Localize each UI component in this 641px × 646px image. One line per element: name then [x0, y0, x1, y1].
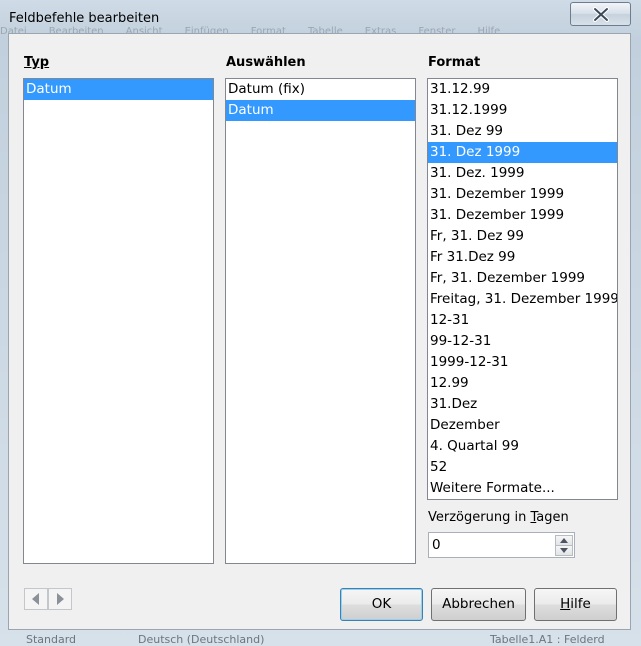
auswahlen-list[interactable]: Datum (fix) Datum [225, 78, 416, 564]
spin-down-button[interactable] [555, 545, 573, 556]
delay-label: Verzögerung in Tagen [428, 510, 569, 525]
format-list-item[interactable]: 31. Dezember 1999 [428, 205, 617, 226]
arrow-right-icon [57, 593, 64, 605]
format-list-item[interactable]: 31. Dez 99 [428, 121, 617, 142]
format-list-item[interactable]: 1999-12-31 [428, 352, 617, 373]
format-list-item[interactable]: 4. Quartal 99 [428, 436, 617, 457]
arrow-up-icon [560, 538, 568, 543]
format-list-item[interactable]: Fr, 31. Dezember 1999 [428, 268, 617, 289]
format-label: Format [428, 55, 481, 70]
format-list-item[interactable]: 99-12-31 [428, 331, 617, 352]
typ-list[interactable]: Datum [23, 78, 214, 564]
auswahlen-label: Auswählen [226, 55, 306, 70]
format-list-item[interactable]: Freitag, 31. Dezember 1999 [428, 289, 617, 310]
cancel-button[interactable]: Abbrechen [431, 588, 526, 621]
title-bar[interactable]: Feldbefehle bearbeiten [0, 0, 641, 34]
background-status-field: Deutsch (Deutschland) [138, 633, 265, 646]
window-title: Feldbefehle bearbeiten [9, 11, 160, 26]
auswahlen-list-item[interactable]: Datum (fix) [226, 79, 415, 100]
arrow-down-icon [560, 548, 568, 553]
format-list-item[interactable]: Weitere Formate... [428, 478, 617, 499]
arrow-left-icon [32, 593, 39, 605]
format-list[interactable]: 31.12.99 31.12.1999 31. Dez 99 31. Dez 1999… [427, 78, 618, 500]
background-status-field: Standard [26, 633, 77, 646]
delay-value[interactable]: 0 [432, 537, 441, 553]
ok-button[interactable]: OK [340, 588, 423, 621]
format-list-item[interactable]: 12-31 [428, 310, 617, 331]
delay-spinfield[interactable]: 0 [428, 532, 575, 558]
format-list-item[interactable]: 31. Dezember 1999 [428, 184, 617, 205]
close-icon [593, 7, 609, 22]
background-status-bar: Standard Deutsch (Deutschland) Tabelle1.A1… [0, 632, 641, 646]
typ-list-item[interactable]: Datum [24, 79, 213, 100]
auswahlen-list-item[interactable]: Datum [226, 100, 415, 121]
format-list-item[interactable]: 31.Dez [428, 394, 617, 415]
dialog-body: Typ Datum Auswählen Datum (fix) Datum For… [8, 33, 631, 630]
typ-label: Typ [24, 55, 50, 70]
help-button[interactable]: Hilfe [534, 588, 617, 621]
format-list-item[interactable]: 12.99 [428, 373, 617, 394]
format-list-item[interactable]: 31.12.99 [428, 79, 617, 100]
format-list-item[interactable]: Dezember [428, 415, 617, 436]
close-button[interactable] [570, 2, 631, 26]
format-list-item[interactable]: 31.12.1999 [428, 100, 617, 121]
format-list-item[interactable]: 31. Dez. 1999 [428, 163, 617, 184]
format-list-item[interactable]: 31. Dez 1999 [428, 142, 617, 163]
next-button[interactable] [48, 588, 72, 610]
background-status-field: Tabelle1.A1 : Felderd [490, 633, 605, 646]
format-list-item[interactable]: Fr, 31. Dez 99 [428, 226, 617, 247]
previous-button[interactable] [24, 588, 48, 610]
format-list-item[interactable]: 52 [428, 457, 617, 478]
format-list-item[interactable]: Fr 31.Dez 99 [428, 247, 617, 268]
